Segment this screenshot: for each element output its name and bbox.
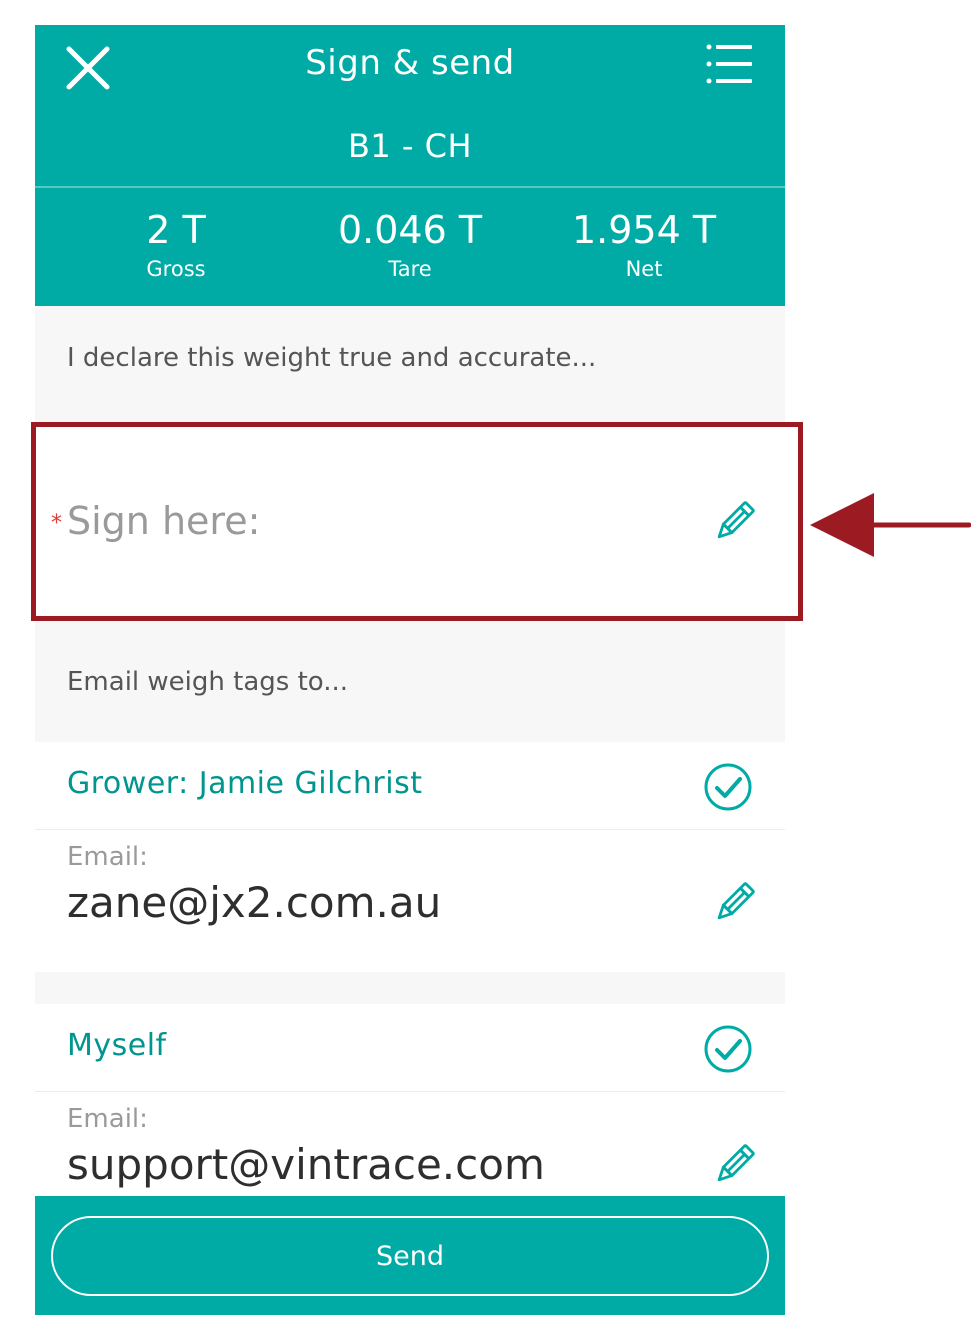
signature-field[interactable]: * Sign here: xyxy=(35,425,785,619)
check-circle-icon[interactable] xyxy=(703,1024,753,1074)
stat-gross: 2 T Gross xyxy=(51,207,301,283)
declaration-text: I declare this weight true and accurate.… xyxy=(67,343,597,373)
pencil-icon[interactable] xyxy=(711,880,757,926)
recipient-card-myself: Myself Email: support@vintrace.com xyxy=(35,1004,785,1220)
recipient-card-grower: Grower: Jamie Gilchrist Email: zane@jx2.… xyxy=(35,742,785,972)
email-label: Email: xyxy=(67,1104,148,1134)
stat-value: 1.954 T xyxy=(571,208,717,252)
email-value: support@vintrace.com xyxy=(67,1140,545,1189)
header-divider xyxy=(35,186,785,188)
stat-value: 2 T xyxy=(146,208,206,252)
check-circle-icon[interactable] xyxy=(703,762,753,812)
sign-and-send-screen: Sign & send B1 - CH 2 T Gross 0.046 T Ta… xyxy=(35,25,785,1315)
footer-bar: Send xyxy=(35,1196,785,1315)
email-label: Email: xyxy=(67,842,148,872)
required-marker: * xyxy=(51,511,62,536)
recipient-name-row[interactable]: Grower: Jamie Gilchrist xyxy=(35,742,785,830)
stat-value: 0.046 T xyxy=(337,208,483,252)
pencil-icon[interactable] xyxy=(711,499,757,545)
menu-button[interactable] xyxy=(705,43,755,85)
stat-label: Tare xyxy=(388,257,432,281)
left-arrow-icon xyxy=(810,493,971,557)
recipient-name: Grower: Jamie Gilchrist xyxy=(67,766,423,801)
signature-label: Sign here: xyxy=(67,499,261,543)
stat-label: Gross xyxy=(146,257,206,281)
email-section-heading: Email weigh tags to... xyxy=(67,667,349,697)
stat-tare: 0.046 T Tare xyxy=(285,207,535,283)
page-title: Sign & send xyxy=(305,43,515,83)
email-value: zane@jx2.com.au xyxy=(67,878,442,927)
bin-subtitle: B1 - CH xyxy=(347,127,473,165)
stat-net: 1.954 T Net xyxy=(519,207,769,283)
stat-label: Net xyxy=(625,257,663,281)
pencil-icon[interactable] xyxy=(711,1142,757,1188)
recipient-name: Myself xyxy=(67,1028,167,1063)
recipient-name-row[interactable]: Myself xyxy=(35,1004,785,1092)
header: Sign & send B1 - CH 2 T Gross 0.046 T Ta… xyxy=(35,25,785,306)
send-button[interactable]: Send xyxy=(51,1216,769,1296)
list-menu-icon xyxy=(706,44,752,84)
